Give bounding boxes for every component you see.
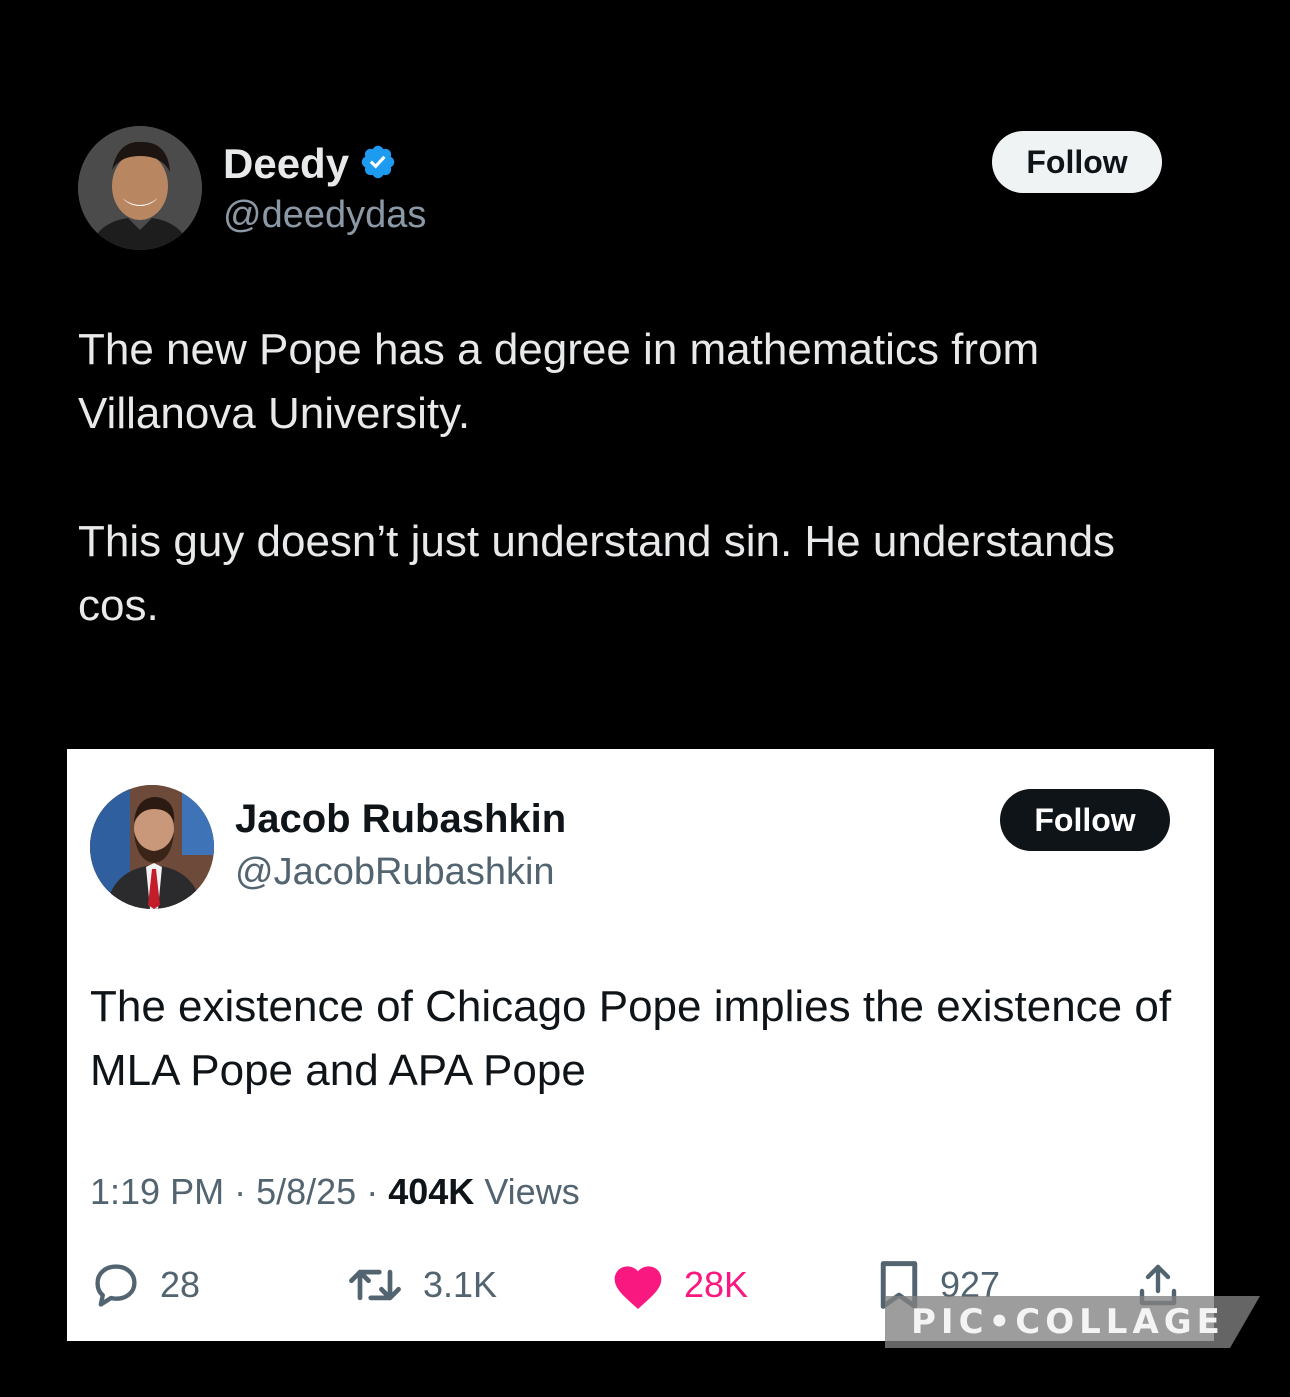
meta-separator: · [366, 1171, 379, 1212]
author-display-name[interactable]: Jacob Rubashkin [235, 797, 566, 842]
follow-button[interactable]: Follow [992, 131, 1162, 193]
avatar-image [78, 126, 202, 250]
author-handle[interactable]: @JacobRubashkin [235, 851, 555, 894]
heart-icon [610, 1259, 666, 1311]
piccollage-watermark: PIC•COLLAGE [885, 1296, 1260, 1348]
reply-icon [90, 1259, 142, 1311]
meta-separator: · [234, 1171, 247, 1212]
repost-icon [345, 1259, 405, 1311]
quoted-tweet-card: Deedy @deedydas Follow The new Pope has … [0, 0, 1290, 745]
tweet-time[interactable]: 1:19 PM [90, 1171, 224, 1212]
avatar-image [90, 785, 214, 909]
follow-button[interactable]: Follow [1000, 789, 1170, 851]
deedy-avatar[interactable] [78, 126, 202, 250]
main-tweet-card: Jacob Rubashkin @JacobRubashkin Follow T… [67, 749, 1214, 1341]
tweet-paragraph: This guy doesn’t just understand sin. He… [78, 517, 1116, 630]
jacob-avatar[interactable] [90, 785, 214, 909]
author-display-name[interactable]: Deedy [223, 140, 349, 188]
tweet-text: The new Pope has a degree in mathematics… [78, 318, 1178, 638]
reply-button[interactable]: 28 [90, 1257, 200, 1313]
watermark-text: PIC•COLLAGE [911, 1302, 1225, 1342]
tweet-date[interactable]: 5/8/25 [256, 1171, 356, 1212]
tweet-text: The existence of Chicago Pope implies th… [90, 982, 1172, 1095]
verified-badge-icon [359, 143, 397, 186]
views-count[interactable]: 404K [388, 1171, 474, 1212]
like-count: 28K [684, 1264, 749, 1305]
tweet-paragraph: The new Pope has a degree in mathematics… [78, 325, 1040, 438]
reply-count: 28 [160, 1264, 201, 1305]
repost-count: 3.1K [423, 1264, 498, 1305]
author-handle[interactable]: @deedydas [223, 194, 426, 237]
tweet-meta: 1:19 PM · 5/8/25 · 404K Views [90, 1171, 580, 1213]
like-button[interactable]: 28K [610, 1257, 748, 1313]
views-label: Views [484, 1171, 580, 1212]
author-name-row: Deedy [223, 140, 397, 188]
repost-button[interactable]: 3.1K [345, 1257, 497, 1313]
